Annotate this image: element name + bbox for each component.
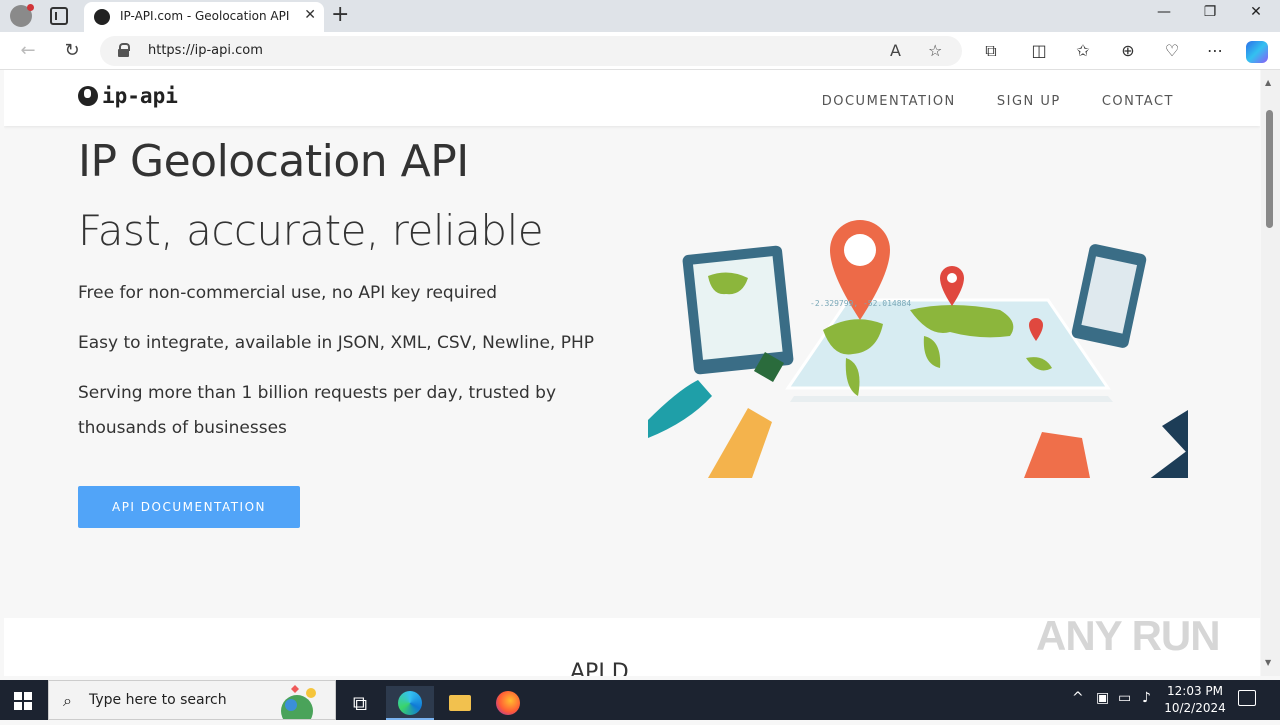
- collections-icon[interactable]: ⊕: [1116, 41, 1140, 60]
- hero-line-scale: Serving more than 1 billion requests per…: [78, 383, 557, 438]
- site-nav: DOCUMENTATION SIGN UP CONTACT: [786, 90, 1174, 109]
- windows-start-icon[interactable]: [14, 692, 32, 710]
- hero-line-formats: Easy to integrate, available in JSON, XM…: [78, 333, 594, 353]
- taskbar-clock[interactable]: 12:03 PM 10/2/2024: [1160, 683, 1230, 717]
- notification-icon[interactable]: [1238, 690, 1256, 706]
- nav-contact[interactable]: CONTACT: [1102, 94, 1174, 109]
- taskbar: ⌕ Type here to search ⧉ ^ ▣ ▭ ♪ 12:03 PM…: [0, 680, 1280, 720]
- edge-taskbar-icon[interactable]: [386, 686, 434, 720]
- active-tab[interactable]: IP-API.com - Geolocation API ✕: [84, 2, 324, 32]
- lower-heading: API D: [570, 660, 629, 676]
- new-tab-icon[interactable]: +: [331, 3, 349, 27]
- task-view-icon[interactable]: ⧉: [336, 686, 384, 720]
- minimize-icon[interactable]: —: [1146, 4, 1182, 20]
- url-text[interactable]: https://ip-api.com: [148, 43, 263, 58]
- close-window-icon[interactable]: ✕: [1238, 4, 1274, 20]
- search-highlight-art: [281, 685, 316, 719]
- nav-documentation[interactable]: DOCUMENTATION: [822, 94, 956, 109]
- profile-icon[interactable]: [10, 4, 34, 27]
- favorite-star-icon[interactable]: ☆: [928, 41, 942, 60]
- search-placeholder: Type here to search: [89, 692, 227, 708]
- network-icon[interactable]: ▭: [1118, 690, 1131, 706]
- url-field[interactable]: https://ip-api.com A ☆: [100, 36, 962, 66]
- map-coordinates: -2.329799, -52.014884: [810, 299, 911, 308]
- hero-line-free: Free for non-commercial use, no API key …: [78, 283, 498, 303]
- globe-icon: [78, 86, 98, 106]
- scroll-thumb[interactable]: [1266, 110, 1273, 228]
- clock-time: 12:03 PM: [1167, 684, 1223, 698]
- site-header: ip-api DOCUMENTATION SIGN UP CONTACT: [4, 70, 1260, 126]
- hero-title: IP Geolocation API: [78, 136, 469, 187]
- geolocation-illustration: -2.329799, -52.014884: [648, 220, 1188, 478]
- restore-icon[interactable]: ❐: [1192, 4, 1228, 20]
- hero-subtitle: Fast, accurate, reliable: [78, 206, 544, 255]
- api-documentation-button[interactable]: API DOCUMENTATION: [78, 486, 300, 528]
- lock-icon[interactable]: [118, 43, 130, 57]
- search-icon: ⌕: [63, 691, 72, 710]
- scroll-down-icon[interactable]: ▼: [1265, 658, 1271, 667]
- copilot-icon[interactable]: [1246, 41, 1268, 63]
- page-scrollbar[interactable]: ▲ ▼: [1261, 70, 1280, 676]
- address-bar: ← ↻ https://ip-api.com A ☆ ⧉ ◫ ✩ ⊕ ♡ ⋯: [0, 32, 1280, 70]
- browser-essentials-icon[interactable]: ♡: [1160, 41, 1184, 60]
- anyrun-watermark: ANY RUN: [1036, 612, 1221, 659]
- scroll-up-icon[interactable]: ▲: [1265, 78, 1271, 87]
- page-viewport: ip-api DOCUMENTATION SIGN UP CONTACT IP …: [4, 70, 1260, 676]
- split-screen-icon[interactable]: ◫: [1027, 41, 1051, 60]
- file-explorer-icon[interactable]: [436, 686, 484, 720]
- tab-bar: IP-API.com - Geolocation API ✕ + — ❐ ✕: [0, 0, 1280, 32]
- volume-icon[interactable]: ♪: [1142, 690, 1151, 706]
- logo-text: ip-api: [102, 84, 178, 108]
- extensions-icon[interactable]: ⧉: [979, 41, 1003, 61]
- tab-actions-icon[interactable]: [50, 7, 68, 25]
- close-tab-icon[interactable]: ✕: [304, 7, 316, 23]
- clock-date: 10/2/2024: [1164, 701, 1226, 715]
- tab-title: IP-API.com - Geolocation API: [120, 9, 290, 23]
- read-aloud-icon[interactable]: A: [890, 41, 901, 60]
- taskbar-search[interactable]: ⌕ Type here to search: [48, 680, 336, 720]
- favorites-icon[interactable]: ✩: [1071, 41, 1095, 60]
- firefox-icon[interactable]: [484, 686, 532, 720]
- favicon-icon: [94, 9, 110, 25]
- more-menu-icon[interactable]: ⋯: [1203, 41, 1227, 60]
- tray-app-icon[interactable]: ▣: [1096, 690, 1109, 706]
- back-icon[interactable]: ←: [16, 40, 40, 61]
- tray-chevron-icon[interactable]: ^: [1072, 690, 1084, 706]
- nav-sign-up[interactable]: SIGN UP: [997, 94, 1061, 109]
- refresh-icon[interactable]: ↻: [60, 40, 84, 61]
